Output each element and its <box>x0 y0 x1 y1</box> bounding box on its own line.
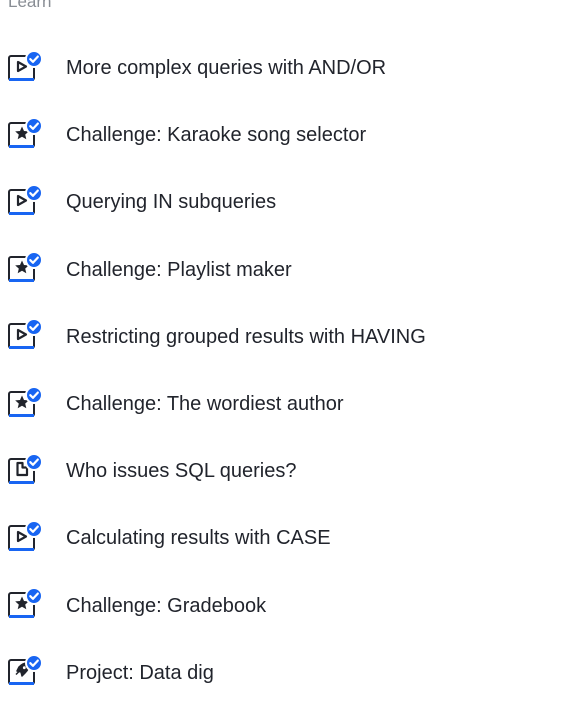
completed-check-icon <box>25 116 43 135</box>
completed-check-icon <box>25 452 43 471</box>
completed-check-icon <box>25 587 43 606</box>
project-icon <box>7 654 43 691</box>
lesson-list: More complex queries with AND/OR Challeng… <box>0 35 568 702</box>
completed-check-icon <box>25 654 43 673</box>
video-icon <box>7 49 43 87</box>
list-item[interactable]: Who issues SQL queries? <box>0 438 568 505</box>
list-item-label: Who issues SQL queries? <box>66 460 297 483</box>
star-icon <box>7 251 43 288</box>
list-item[interactable]: Calculating results with CASE <box>0 505 568 572</box>
list-item-label: Project: Data dig <box>66 661 214 684</box>
list-item[interactable]: Querying IN subqueries <box>0 169 568 236</box>
list-item-label: Challenge: Playlist maker <box>66 258 292 281</box>
list-item-label: Challenge: The wordiest author <box>66 393 344 416</box>
video-icon <box>7 183 43 221</box>
list-item-label: Challenge: Karaoke song selector <box>66 124 367 147</box>
list-item-label: More complex queries with AND/OR <box>66 57 387 80</box>
list-item-label: Calculating results with CASE <box>66 527 331 550</box>
section-label: Learn <box>8 0 52 11</box>
star-icon <box>7 587 43 624</box>
learn-page: Learn More complex queries with AND/OR Ch… <box>0 0 568 702</box>
completed-check-icon <box>25 318 43 337</box>
list-item-label: Restricting grouped results with HAVING <box>66 325 426 348</box>
completed-check-icon <box>25 183 43 202</box>
video-icon <box>7 318 43 355</box>
article-icon <box>7 452 43 490</box>
list-item[interactable]: Challenge: The wordiest author <box>0 371 568 438</box>
completed-check-icon <box>25 251 43 270</box>
completed-check-icon <box>25 385 43 404</box>
list-item[interactable]: More complex queries with AND/OR <box>0 35 568 102</box>
video-icon <box>7 519 43 557</box>
list-item[interactable]: Challenge: Karaoke song selector <box>0 102 568 169</box>
list-item[interactable]: Project: Data dig <box>0 640 568 702</box>
completed-check-icon <box>25 519 43 538</box>
star-icon <box>7 385 43 423</box>
list-item-label: Querying IN subqueries <box>66 191 277 214</box>
list-item-label: Challenge: Gradebook <box>66 594 267 617</box>
list-item[interactable]: Restricting grouped results with HAVING <box>0 304 568 371</box>
completed-check-icon <box>25 49 43 68</box>
list-item[interactable]: Challenge: Gradebook <box>0 573 568 640</box>
list-item[interactable]: Challenge: Playlist maker <box>0 237 568 304</box>
star-icon <box>7 116 43 154</box>
